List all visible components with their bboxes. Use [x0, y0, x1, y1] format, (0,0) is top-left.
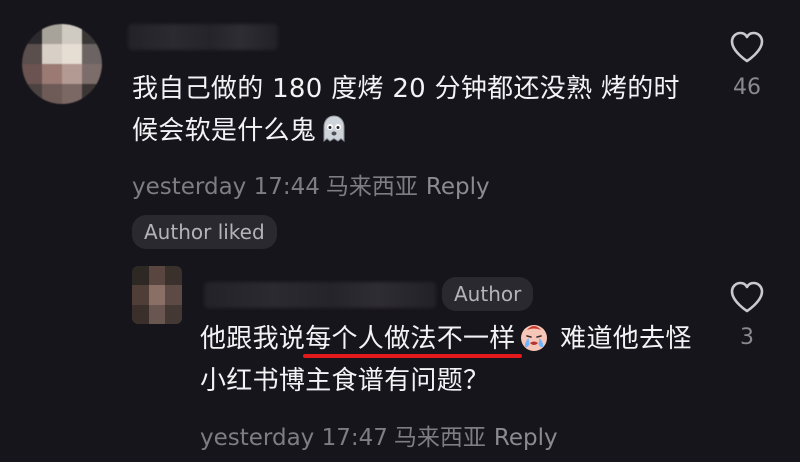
reply-author-name-blurred[interactable]: [204, 282, 436, 308]
reply-meta: yesterday 17:47 马来西亚 Reply: [200, 418, 564, 452]
commenter-avatar[interactable]: [22, 24, 102, 104]
author-tag: Author: [442, 277, 534, 311]
heart-icon[interactable]: [729, 280, 765, 314]
heart-icon[interactable]: [729, 30, 765, 64]
reply-author-avatar[interactable]: [132, 266, 182, 324]
comment-meta: yesterday 17:44 马来西亚 Reply: [132, 167, 496, 201]
reply-like-count: 3: [740, 325, 754, 350]
comment-location: 马来西亚: [325, 174, 418, 200]
reply-reply-button[interactable]: Reply: [494, 425, 558, 451]
reply-timestamp: yesterday 17:47: [200, 425, 388, 451]
comment-text: 我自己做的 180 度烤 20 分钟都还没熟 烤的时候会软是什么鬼: [132, 68, 692, 152]
commenter-name-blurred[interactable]: [128, 24, 278, 50]
comment-timestamp: yesterday 17:44: [132, 174, 320, 200]
crying-face-emoji-icon: [520, 325, 547, 351]
author-liked-badge: Author liked: [132, 215, 277, 249]
reply-text-prefix: 他跟我说: [200, 324, 306, 354]
reply-text: 他跟我说每个人做法不一样 难道他去怪小红书博主食谱有问题？: [200, 318, 700, 402]
comment-like-count: 46: [733, 75, 761, 100]
ghost-face-emoji-icon: [323, 115, 345, 143]
reply-location: 马来西亚: [393, 425, 486, 451]
comment-text-content: 我自己做的 180 度烤 20 分钟都还没熟 烤的时候会软是什么鬼: [132, 74, 680, 146]
comment-reply-button[interactable]: Reply: [426, 174, 490, 200]
reply-text-highlight: 每个人做法不一样: [305, 324, 516, 354]
